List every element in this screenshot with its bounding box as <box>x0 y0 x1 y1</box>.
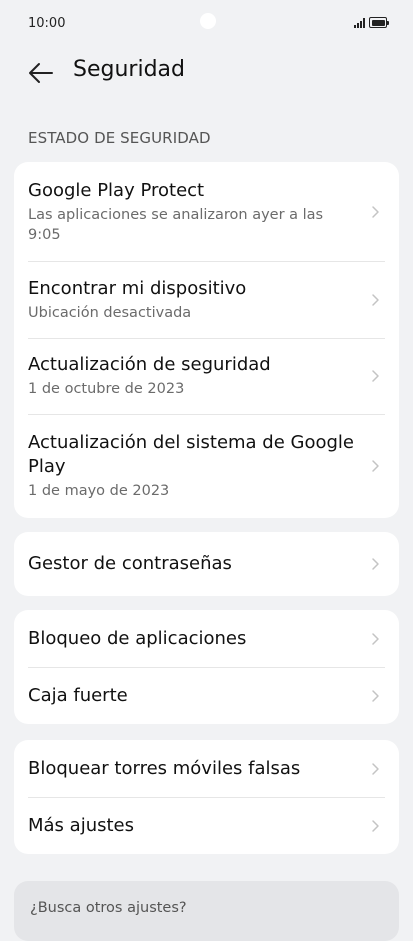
app-header: Seguridad <box>0 48 413 98</box>
list-item-title: Caja fuerte <box>28 684 128 706</box>
section-label-security-status: ESTADO DE SEGURIDAD <box>28 129 211 147</box>
app-lock-card: Bloqueo de aplicaciones Caja fuerte <box>14 610 399 724</box>
back-button[interactable] <box>26 58 56 88</box>
list-item-title: Bloquear torres móviles falsas <box>28 757 301 779</box>
list-item-google-play-system-update[interactable]: Actualización del sistema de Google Play… <box>14 414 399 518</box>
chevron-right-icon <box>372 689 379 702</box>
chevron-right-icon <box>372 762 379 775</box>
list-item-title: Actualización del sistema de Google Play <box>28 432 355 477</box>
list-item-block-fake-towers[interactable]: Bloquear torres móviles falsas <box>14 740 399 797</box>
status-bar: 10:00 <box>0 0 413 48</box>
list-item-safe[interactable]: Caja fuerte <box>14 667 399 724</box>
list-item-title: Bloqueo de aplicaciones <box>28 627 247 649</box>
list-item-title: Actualización de seguridad <box>28 354 271 375</box>
list-item-app-lock[interactable]: Bloqueo de aplicaciones <box>14 610 399 667</box>
chevron-right-icon <box>372 632 379 645</box>
chevron-right-icon <box>372 370 379 382</box>
list-item-title: Más ajustes <box>28 814 134 836</box>
chevron-right-icon <box>372 558 379 570</box>
list-item-more-settings[interactable]: Más ajustes <box>14 797 399 854</box>
list-item-title: Gestor de contraseñas <box>28 553 232 574</box>
more-settings-card: Bloquear torres móviles falsas Más ajust… <box>14 740 399 854</box>
signal-icon <box>354 18 365 28</box>
list-item-subtitle: Ubicación desactivada <box>28 304 192 321</box>
list-item-security-update[interactable]: Actualización de seguridad 1 de octubre … <box>14 338 399 414</box>
status-time: 10:00 <box>28 16 66 31</box>
list-item-title: Encontrar mi dispositivo <box>28 277 247 299</box>
chevron-right-icon <box>372 460 379 472</box>
list-item-google-play-protect[interactable]: Google Play Protect Las aplicaciones se … <box>14 162 399 261</box>
system-icons <box>354 17 389 28</box>
search-other-settings-card[interactable]: ¿Busca otros ajustes? <box>14 881 399 941</box>
list-item-subtitle: Las aplicaciones se analizaron ayer a la… <box>28 206 324 243</box>
battery-icon <box>369 17 389 28</box>
list-item-password-manager[interactable]: Gestor de contraseñas <box>14 532 399 596</box>
list-item-subtitle: 1 de mayo de 2023 <box>28 483 170 499</box>
security-status-card: Google Play Protect Las aplicaciones se … <box>14 162 399 518</box>
camera-cutout <box>200 13 216 29</box>
chevron-right-icon <box>372 293 379 306</box>
list-item-subtitle: 1 de octubre de 2023 <box>28 381 185 397</box>
list-item-title: Google Play Protect <box>28 179 205 201</box>
page-title: Seguridad <box>73 57 185 82</box>
password-manager-card: Gestor de contraseñas <box>14 532 399 596</box>
list-item-find-my-device[interactable]: Encontrar mi dispositivo Ubicación desac… <box>14 261 399 338</box>
back-arrow-icon <box>29 63 53 83</box>
chevron-right-icon <box>372 819 379 832</box>
chevron-right-icon <box>372 205 379 218</box>
